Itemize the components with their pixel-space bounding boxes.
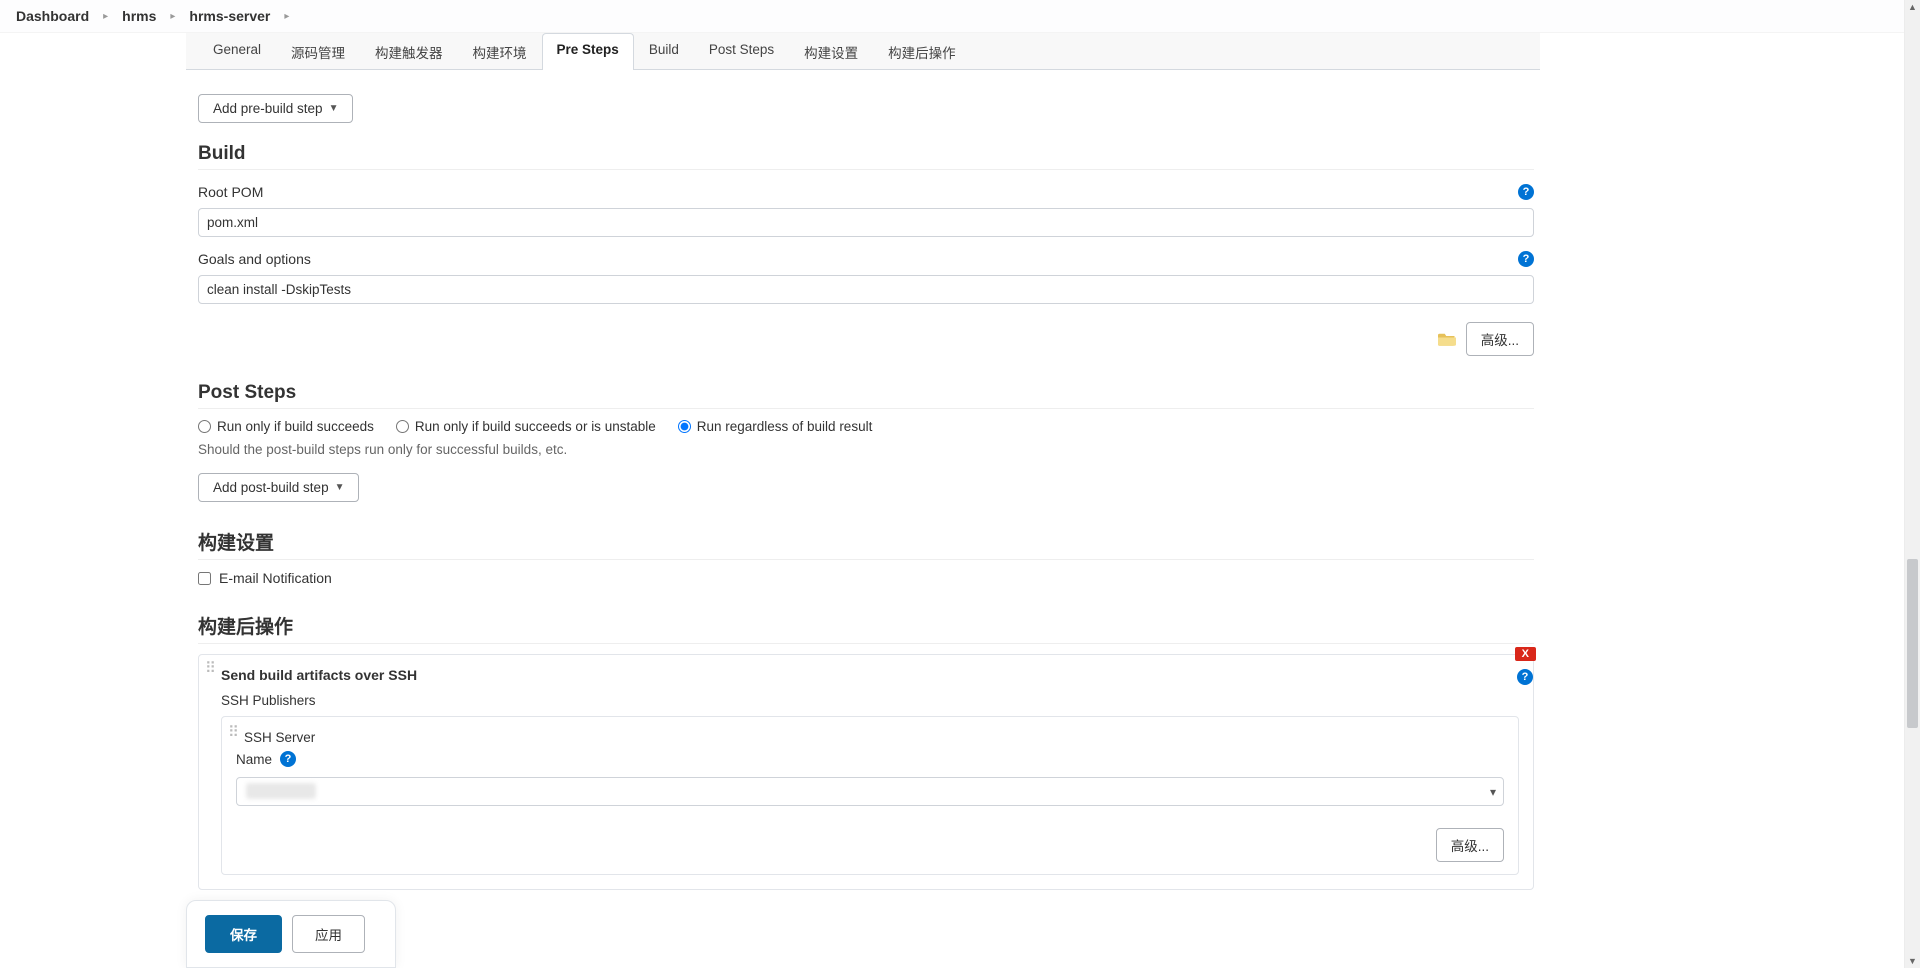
tab-build-settings[interactable]: 构建设置 <box>789 33 873 70</box>
breadcrumb-item-1[interactable]: hrms <box>122 8 156 24</box>
chevron-right-icon: ▸ <box>284 11 289 22</box>
help-icon[interactable]: ? <box>1518 184 1534 200</box>
tab-build[interactable]: Build <box>634 33 694 70</box>
section-post-build-actions-heading: 构建后操作 <box>198 612 1534 644</box>
add-post-build-step-button[interactable]: Add post-build step ▼ <box>198 473 359 502</box>
advanced-button[interactable]: 高级... <box>1466 322 1534 356</box>
email-notification-checkbox-row[interactable]: E-mail Notification <box>198 570 1534 586</box>
email-notification-checkbox[interactable] <box>198 572 211 585</box>
goals-label: Goals and options <box>198 251 311 267</box>
button-label: 高级... <box>1451 835 1489 855</box>
radio-input[interactable] <box>678 420 691 433</box>
delete-block-button[interactable]: X <box>1515 647 1536 661</box>
caret-down-icon: ▼ <box>335 482 345 493</box>
tab-post-build-actions[interactable]: 构建后操作 <box>873 33 971 70</box>
section-build-settings-heading: 构建设置 <box>198 528 1534 560</box>
radio-run-on-success[interactable]: Run only if build succeeds <box>198 419 374 434</box>
ssh-server-name-select[interactable] <box>236 777 1504 806</box>
root-pom-input[interactable] <box>198 208 1534 237</box>
folder-icon <box>1438 332 1456 346</box>
scroll-thumb[interactable] <box>1907 559 1918 728</box>
section-post-steps-heading: Post Steps <box>198 382 1534 409</box>
tab-env[interactable]: 构建环境 <box>458 33 542 70</box>
drag-handle-icon[interactable]: ⠿ <box>228 729 236 743</box>
tab-scm[interactable]: 源码管理 <box>276 33 360 70</box>
apply-button[interactable]: 应用 <box>292 915 365 953</box>
button-label: Add post-build step <box>213 480 329 495</box>
ssh-name-label: Name <box>236 752 272 767</box>
help-icon[interactable]: ? <box>1518 251 1534 267</box>
chevron-right-icon: ▸ <box>170 11 175 22</box>
tab-general[interactable]: General <box>198 33 276 70</box>
tab-pre-steps[interactable]: Pre Steps <box>542 33 634 70</box>
advanced-button[interactable]: 高级... <box>1436 828 1504 862</box>
ssh-server-label: SSH Server <box>244 730 315 745</box>
button-label: 保存 <box>230 924 257 944</box>
tab-triggers[interactable]: 构建触发器 <box>360 33 458 70</box>
config-tabs: General 源码管理 构建触发器 构建环境 Pre Steps Build … <box>186 33 1540 70</box>
post-steps-hint: Should the post-build steps run only for… <box>198 442 1534 457</box>
radio-run-on-success-or-unstable[interactable]: Run only if build succeeds or is unstabl… <box>396 419 656 434</box>
help-icon[interactable]: ? <box>280 751 296 767</box>
button-label: 应用 <box>315 924 342 944</box>
section-build-heading: Build <box>198 143 1534 170</box>
radio-input[interactable] <box>198 420 211 433</box>
button-label: 高级... <box>1481 329 1519 349</box>
breadcrumb-item-2[interactable]: hrms-server <box>189 8 270 24</box>
ssh-publishers-label: SSH Publishers <box>221 693 1519 708</box>
ssh-publish-block: X ⠿ Send build artifacts over SSH ? SSH … <box>198 654 1534 890</box>
radio-label: Run only if build succeeds or is unstabl… <box>415 419 656 434</box>
save-apply-bar: 保存 应用 <box>186 900 396 968</box>
drag-handle-icon[interactable]: ⠿ <box>205 665 213 679</box>
help-icon[interactable]: ? <box>1517 669 1533 685</box>
add-pre-build-step-button[interactable]: Add pre-build step ▼ <box>198 94 353 123</box>
breadcrumb-item-0[interactable]: Dashboard <box>16 8 89 24</box>
scroll-track[interactable] <box>1905 14 1920 954</box>
ssh-block-title: Send build artifacts over SSH <box>221 667 417 683</box>
post-steps-radio-group: Run only if build succeeds Run only if b… <box>198 419 1534 434</box>
scroll-down-arrow-icon[interactable]: ▼ <box>1905 954 1920 968</box>
scroll-up-arrow-icon[interactable]: ▲ <box>1905 0 1920 14</box>
goals-input[interactable] <box>198 275 1534 304</box>
ssh-server-block: ⠿ SSH Server Name ? <box>221 716 1519 875</box>
radio-label: Run regardless of build result <box>697 419 873 434</box>
button-label: Add pre-build step <box>213 101 323 116</box>
radio-label: Run only if build succeeds <box>217 419 374 434</box>
redacted-value <box>246 783 316 799</box>
caret-down-icon: ▼ <box>329 103 339 114</box>
breadcrumb: Dashboard ▸ hrms ▸ hrms-server ▸ <box>0 0 1920 33</box>
save-button[interactable]: 保存 <box>205 915 282 953</box>
radio-run-regardless[interactable]: Run regardless of build result <box>678 419 873 434</box>
email-notification-label: E-mail Notification <box>219 570 332 586</box>
vertical-scrollbar[interactable]: ▲ ▼ <box>1904 0 1920 968</box>
chevron-right-icon: ▸ <box>103 11 108 22</box>
root-pom-label: Root POM <box>198 184 263 200</box>
radio-input[interactable] <box>396 420 409 433</box>
tab-post-steps[interactable]: Post Steps <box>694 33 789 70</box>
